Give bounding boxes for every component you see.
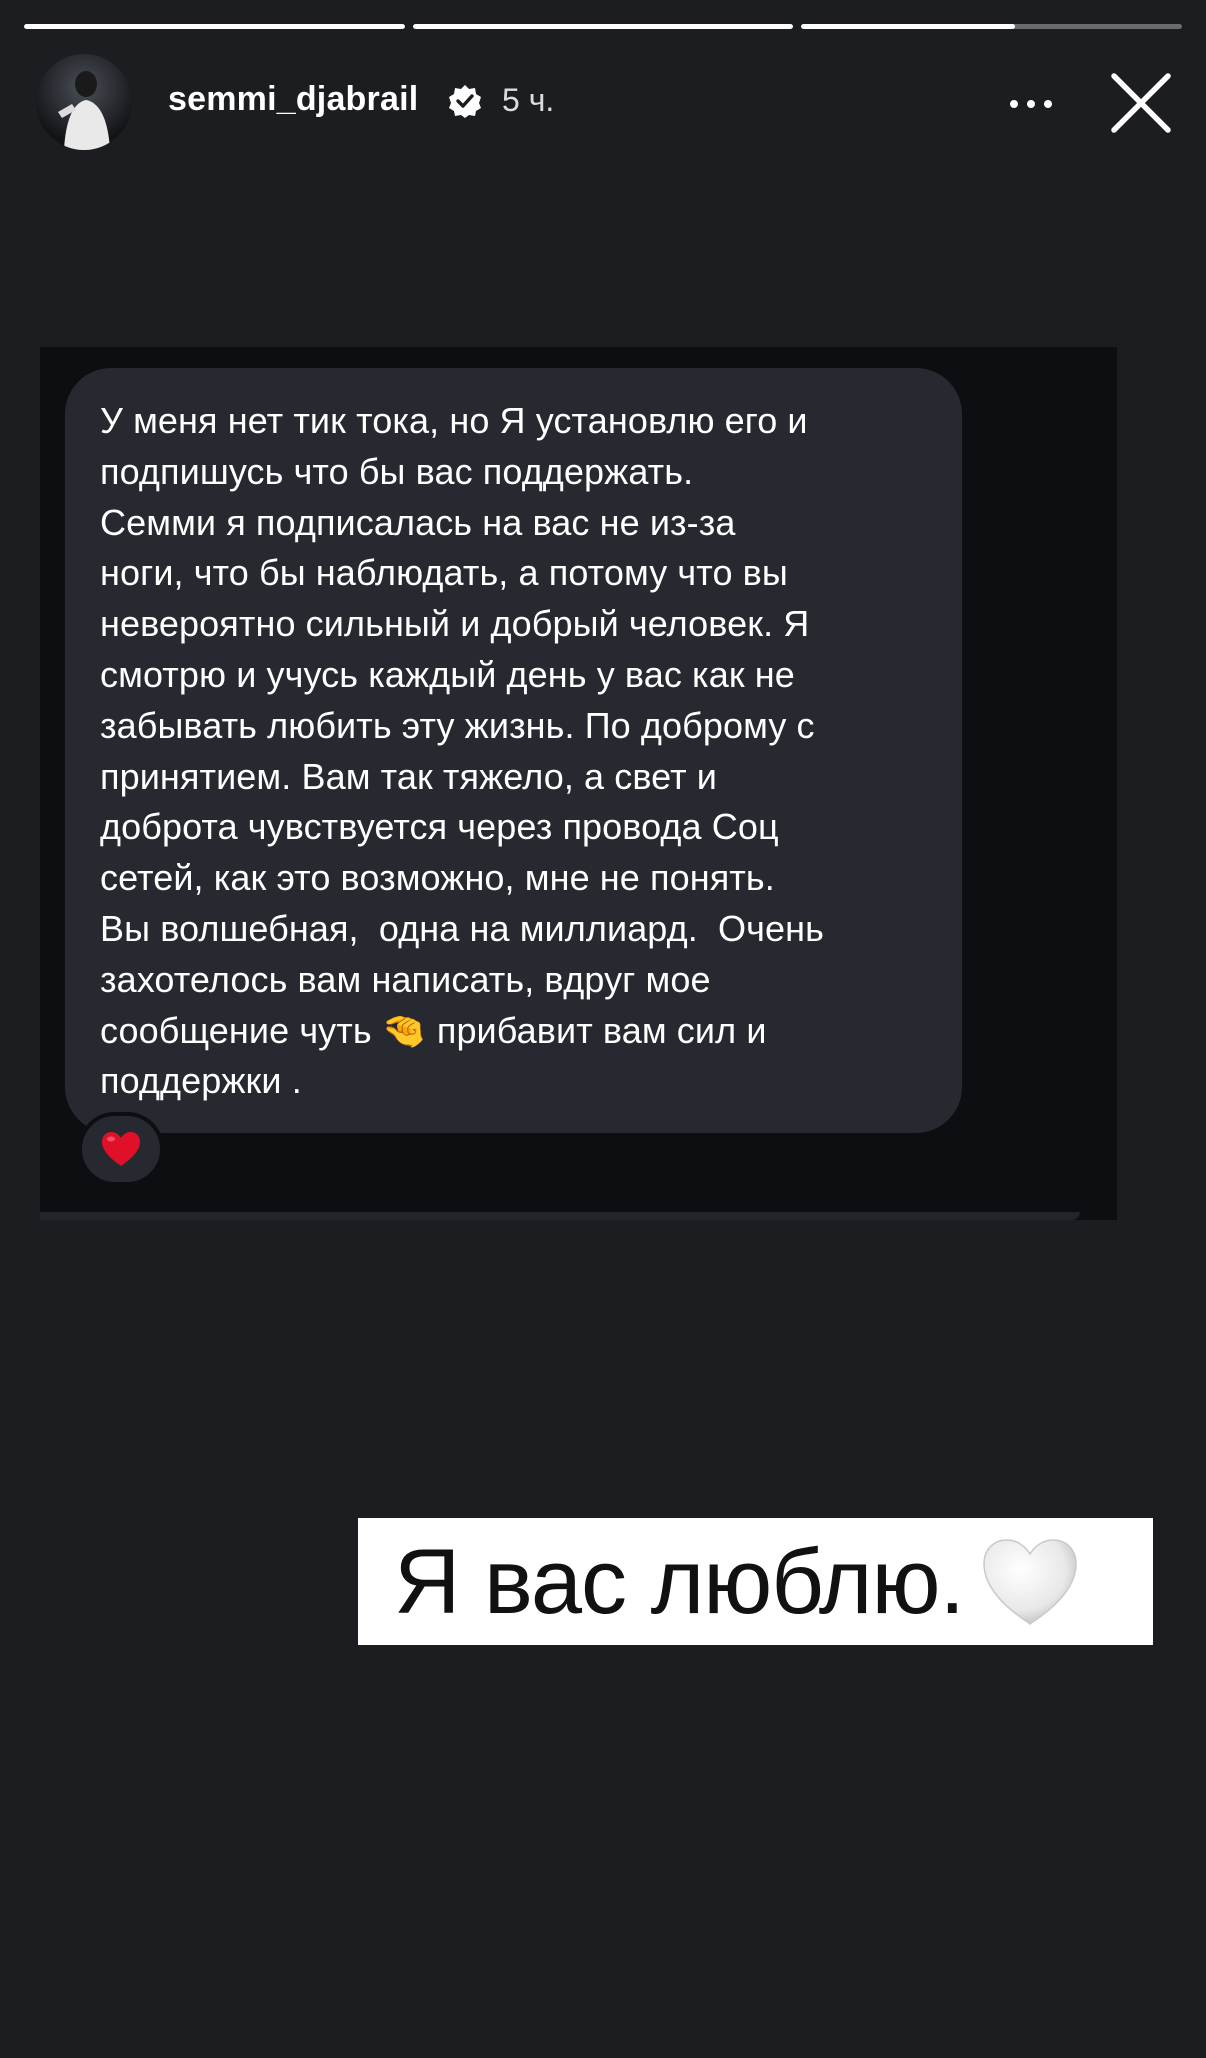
progress-segment-1 bbox=[24, 24, 405, 29]
message-bubble: У меня нет тик тока, но Я установлю его … bbox=[65, 368, 962, 1133]
message-text: У меня нет тик тока, но Я установлю его … bbox=[100, 400, 824, 1102]
text-sticker[interactable]: Я вас люблю. bbox=[358, 1518, 1153, 1645]
avatar[interactable] bbox=[36, 54, 132, 150]
screenshot-bottom-edge bbox=[40, 1212, 1080, 1220]
verified-badge-icon bbox=[449, 85, 481, 118]
more-dot-icon bbox=[1044, 100, 1052, 108]
story-viewer[interactable]: semmi_djabrail 5 ч. У меня нет тик тока,… bbox=[0, 0, 1206, 2058]
post-time: 5 ч. bbox=[502, 82, 555, 118]
red-heart-icon bbox=[102, 1132, 140, 1166]
more-dot-icon bbox=[1027, 100, 1035, 108]
story-header: semmi_djabrail 5 ч. bbox=[36, 54, 1176, 150]
progress-segment-3 bbox=[801, 24, 1183, 29]
more-dot-icon bbox=[1010, 100, 1018, 108]
progress-fill-3 bbox=[801, 24, 1015, 29]
username[interactable]: semmi_djabrail bbox=[168, 80, 418, 119]
avatar-image-icon bbox=[36, 54, 132, 150]
story-progress-bar bbox=[24, 24, 1183, 29]
heart-reaction[interactable] bbox=[78, 1112, 164, 1186]
progress-fill-2 bbox=[412, 24, 794, 29]
more-options-button[interactable] bbox=[996, 84, 1066, 124]
progress-segment-2 bbox=[412, 24, 794, 29]
close-icon[interactable] bbox=[1106, 68, 1176, 138]
progress-fill-1 bbox=[24, 24, 405, 29]
sticker-text: Я вас люблю. bbox=[394, 1530, 965, 1633]
white-heart-icon bbox=[983, 1538, 1077, 1625]
